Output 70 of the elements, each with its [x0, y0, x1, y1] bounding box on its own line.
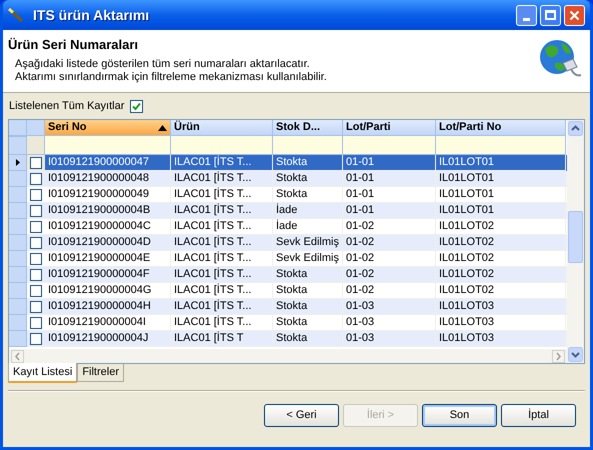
- column-header[interactable]: Lot/Parti No: [436, 120, 566, 136]
- row-checkbox[interactable]: [30, 268, 42, 280]
- row-checkbox[interactable]: [30, 300, 42, 312]
- vertical-scrollbar[interactable]: [567, 120, 584, 363]
- current-row-icon: [16, 159, 20, 166]
- wand-icon: [7, 7, 25, 23]
- wizard-button[interactable]: < Geri: [264, 404, 339, 427]
- column-header[interactable]: Stok D...: [273, 120, 343, 136]
- table-row[interactable]: I010912190000004E ILAC01 [İTS T... Sevk Edilmiş 01-02 IL01LOT02: [9, 251, 567, 267]
- table-row[interactable]: I010912190000004B ILAC01 [İTS T... İade 01-01 IL01LOT01: [9, 203, 567, 219]
- description-text: Aktarımı sınırlandırmak için filtreleme mekanizması kullanılabilir.: [15, 70, 328, 84]
- page-title: Ürün Seri Numaraları: [8, 36, 140, 54]
- table-cell: Stokta: [273, 331, 343, 347]
- scroll-down-icon[interactable]: [568, 347, 583, 362]
- row-checkbox[interactable]: [30, 220, 42, 232]
- minimize-button[interactable]: [516, 4, 537, 26]
- table-row[interactable]: I0109121900000049 ILAC01 [İTS T... Stokta 01-01 IL01LOT01: [9, 187, 567, 203]
- scroll-up-icon[interactable]: [568, 121, 583, 136]
- table-cell: I010912190000004J: [45, 331, 171, 347]
- table-row[interactable]: I010912190000004C ILAC01 [İTS T... İade 01-02 IL01LOT02: [9, 219, 567, 235]
- filter-field[interactable]: [171, 136, 273, 155]
- description-text: Aşağıdaki listede gösterilen tüm seri numaraları aktarılacatır.: [15, 58, 311, 70]
- table-cell: IL01LOT03: [436, 331, 566, 347]
- scroll-thumb[interactable]: [568, 211, 583, 263]
- table-cell: ILAC01 [İTS T: [171, 331, 273, 347]
- close-icon: [569, 10, 580, 20]
- table-row[interactable]: I010912190000004I ILAC01 [İTS T... Stokta 01-03 IL01LOT03: [9, 315, 567, 331]
- scroll-left-icon[interactable]: [11, 350, 24, 362]
- row-checkbox[interactable]: [30, 188, 42, 200]
- wizard-button: İleri >: [343, 404, 418, 427]
- row-checkbox[interactable]: [30, 156, 42, 168]
- table-row[interactable]: I010912190000004G ILAC01 [İTS T... Stokta 01-02 IL01LOT02: [9, 283, 567, 299]
- row-checkbox[interactable]: [30, 284, 42, 296]
- column-header[interactable]: Lot/Parti: [343, 120, 436, 136]
- scroll-right-icon[interactable]: [552, 350, 565, 362]
- table-row[interactable]: I010912190000004F ILAC01 [İTS T... Stokta 01-02 IL01LOT02: [9, 267, 567, 283]
- filter-field[interactable]: [27, 136, 45, 155]
- table-row[interactable]: I0109121900000048 ILAC01 [İTS T... Stokta 01-01 IL01LOT01: [9, 171, 567, 187]
- sort-ascending-icon: [158, 124, 167, 130]
- row-checkbox[interactable]: [30, 172, 42, 184]
- filter-field[interactable]: [45, 136, 171, 155]
- row-checkbox[interactable]: [30, 204, 42, 216]
- row-checkbox[interactable]: [30, 236, 42, 248]
- column-header[interactable]: [27, 120, 45, 136]
- tab[interactable]: Kayıt Listesi: [8, 363, 78, 383]
- wizard-button[interactable]: İptal: [501, 404, 576, 427]
- window-title: ITS ürün Aktarımı: [33, 6, 150, 24]
- filter-field[interactable]: [343, 136, 436, 155]
- row-checkbox[interactable]: [30, 332, 42, 344]
- all-records-checkbox[interactable]: [130, 100, 144, 112]
- filter-field[interactable]: [436, 136, 566, 155]
- row-checkbox[interactable]: [30, 316, 42, 328]
- column-header[interactable]: Seri No: [45, 120, 171, 136]
- horizontal-scrollbar[interactable]: [9, 349, 567, 363]
- table-cell: 01-03: [343, 331, 436, 347]
- column-header[interactable]: Ürün: [171, 120, 273, 136]
- row-checkbox[interactable]: [30, 252, 42, 264]
- checkbox-label: Listelenen Tüm Kayıtlar: [9, 98, 124, 114]
- tab[interactable]: Filtreler: [77, 364, 124, 382]
- table-row[interactable]: I010912190000004H ILAC01 [İTS T... Stokta 01-03 IL01LOT03: [9, 299, 567, 315]
- wizard-button[interactable]: Son: [422, 404, 497, 427]
- table-row[interactable]: I0109121900000047 ILAC01 [İTS T... Stokta 01-01 IL01LOT01: [9, 155, 567, 171]
- row-header-corner: [9, 120, 27, 136]
- filter-field[interactable]: [273, 136, 343, 155]
- row-header[interactable]: [9, 155, 27, 171]
- row-header: [9, 136, 27, 155]
- maximize-button[interactable]: [540, 4, 561, 26]
- table-row[interactable]: I010912190000004D ILAC01 [İTS T... Sevk Edilmiş 01-02 IL01LOT02: [9, 235, 567, 251]
- table-row[interactable]: I010912190000004J ILAC01 [İTS T Stokta 01-03 IL01LOT03: [9, 331, 567, 347]
- close-button[interactable]: [564, 4, 585, 26]
